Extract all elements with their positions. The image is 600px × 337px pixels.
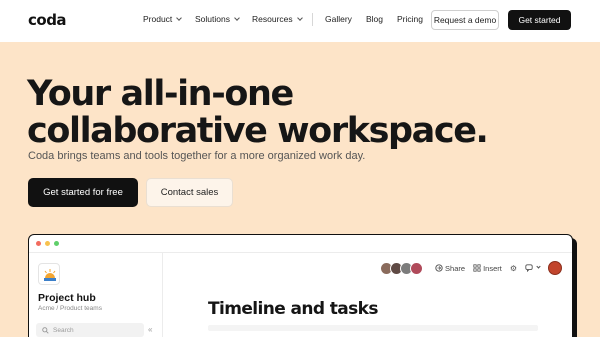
coda-logo[interactable]: coda xyxy=(28,11,67,29)
search-icon xyxy=(42,326,49,334)
chevron-down-icon xyxy=(296,14,303,21)
insert-button[interactable]: Insert xyxy=(473,264,502,273)
maximize-dot xyxy=(54,241,59,246)
top-nav: coda Product Solutions Resources Gallery… xyxy=(0,0,600,42)
nav-product-label: Product xyxy=(143,14,173,24)
doc-title[interactable]: Project hub xyxy=(38,292,96,304)
nav-solutions-label: Solutions xyxy=(195,14,230,24)
insert-icon xyxy=(473,264,481,272)
chevron-down-icon xyxy=(234,14,240,21)
collaborator-avatars[interactable] xyxy=(380,261,424,275)
nav-blog[interactable]: Blog xyxy=(366,14,383,24)
settings-button[interactable]: ⚙ xyxy=(510,264,517,273)
window-titlebar xyxy=(29,235,572,253)
minimize-dot xyxy=(45,241,50,246)
contact-sales-button[interactable]: Contact sales xyxy=(146,178,233,207)
content-placeholder-bar xyxy=(208,325,538,331)
doc-sidebar: Project hub Acme / Product teams Search … xyxy=(29,253,163,337)
hero-headline-line2: collaborative workspace. xyxy=(27,111,489,151)
hero-headline: Your all-in-one collaborative workspace. xyxy=(27,74,489,151)
user-avatar[interactable] xyxy=(548,261,562,275)
hero-headline-line1: Your all-in-one xyxy=(27,74,294,114)
hero-subtitle: Coda brings teams and tools together for… xyxy=(28,150,366,162)
nav-gallery[interactable]: Gallery xyxy=(325,14,352,24)
chevron-down-icon xyxy=(176,14,183,21)
doc-icon[interactable] xyxy=(38,263,60,285)
project-icon xyxy=(44,269,56,281)
nav-solutions[interactable]: Solutions xyxy=(195,14,240,24)
chevron-down-icon xyxy=(536,264,541,269)
share-icon xyxy=(435,264,443,272)
nav-resources-label: Resources xyxy=(252,14,293,24)
doc-toolbar: Share Insert ⚙ xyxy=(380,261,562,275)
close-dot xyxy=(36,241,41,246)
gear-icon: ⚙ xyxy=(509,263,517,273)
get-started-button[interactable]: Get started xyxy=(508,10,571,30)
sidebar-search-input[interactable]: Search xyxy=(36,323,144,337)
request-demo-button[interactable]: Request a demo xyxy=(431,10,499,30)
nav-pricing[interactable]: Pricing xyxy=(397,14,423,24)
nav-resources[interactable]: Resources xyxy=(252,14,303,24)
doc-breadcrumb: Acme / Product teams xyxy=(38,305,102,312)
get-started-free-button[interactable]: Get started for free xyxy=(28,178,138,207)
share-button[interactable]: Share xyxy=(435,264,465,273)
chevrons-left-icon[interactable]: « xyxy=(148,325,152,334)
app-preview-window: Project hub Acme / Product teams Search … xyxy=(28,234,573,337)
search-placeholder: Search xyxy=(53,326,74,334)
insert-label: Insert xyxy=(483,263,502,273)
nav-divider xyxy=(312,13,313,26)
nav-product[interactable]: Product xyxy=(143,14,183,24)
page-title: Timeline and tasks xyxy=(208,299,378,319)
comments-menu-button[interactable] xyxy=(525,264,541,272)
comment-icon xyxy=(525,264,533,272)
share-label: Share xyxy=(445,263,466,273)
avatar xyxy=(410,261,424,275)
